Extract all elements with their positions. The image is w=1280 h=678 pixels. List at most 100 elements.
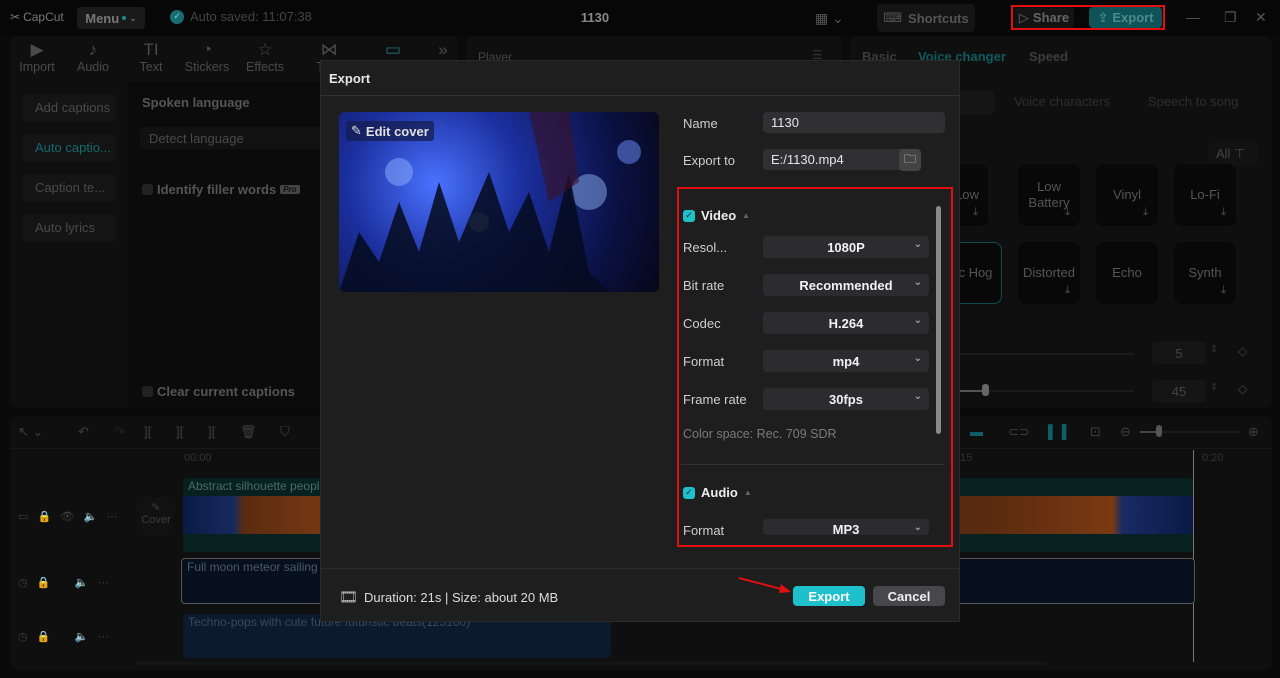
timeline-scrollbar[interactable] — [136, 662, 1046, 665]
tool-stickers[interactable]: ◔ Stickers — [182, 40, 232, 74]
tool-label: Import — [19, 60, 55, 74]
param1-slider[interactable] — [960, 353, 1134, 355]
voice-card[interactable]: Low Battery ⤓ — [1018, 164, 1080, 226]
ai-shield-icon[interactable]: ⛉ — [280, 424, 290, 440]
sidebar-item-auto-lyrics[interactable]: Auto lyrics — [22, 214, 116, 242]
minimize-icon[interactable]: — — [1186, 9, 1200, 25]
restore-icon[interactable]: ❐ — [1224, 9, 1237, 26]
voice-card[interactable]: Distorted ⤓ — [1018, 242, 1080, 304]
param1-input[interactable]: 5 — [1152, 342, 1206, 364]
folder-icon[interactable]: 🗀 — [899, 149, 921, 171]
settings-scrollbar[interactable] — [936, 206, 941, 434]
tab-speed[interactable]: Speed — [1029, 49, 1068, 64]
download-icon: ⤓ — [1221, 206, 1226, 218]
audio-icon: ♪ — [88, 40, 98, 59]
shortcuts-button[interactable]: ⌨ Shortcuts — [877, 4, 975, 32]
auto-snap-icon[interactable]: ▬ — [970, 424, 983, 439]
select-tool-icon[interactable]: ↖ ⌄ — [18, 424, 43, 440]
resolution-value: 1080P — [827, 239, 865, 255]
sidebar-item-auto-captions[interactable]: Auto captio... — [22, 134, 116, 162]
split-preview-icon[interactable]: ▌▐ — [1048, 424, 1066, 439]
codec-select[interactable]: H.264 ⌄ — [763, 312, 929, 334]
framerate-select[interactable]: 30fps ⌄ — [763, 388, 929, 410]
undo-icon[interactable]: ↶ — [78, 424, 89, 440]
keyboard-icon: ⌨ — [883, 10, 903, 25]
more-tools-icon[interactable]: » — [418, 40, 468, 60]
project-title: 1130 — [580, 10, 610, 25]
voice-card[interactable]: Synth ⤓ — [1174, 242, 1236, 304]
codec-label: Codec — [683, 316, 721, 331]
filler-words-option[interactable]: Identify filler words Pro — [142, 182, 300, 197]
download-icon: ⤓ — [973, 206, 978, 218]
captions-icon: ▭ — [384, 40, 402, 59]
video-checkbox[interactable]: ✓ — [683, 209, 695, 222]
param2-input[interactable]: 45 — [1152, 380, 1206, 402]
edit-cover-label: Edit cover — [365, 123, 429, 139]
tool-audio[interactable]: ♪ Audio — [68, 40, 118, 74]
keyframe-icon[interactable]: ◇ — [1238, 344, 1247, 358]
voice-card[interactable]: Lo-Fi ⤓ — [1174, 164, 1236, 226]
link-icon[interactable]: ⊂⊃ — [1008, 424, 1030, 440]
filter-button[interactable]: All ⊤ — [1208, 142, 1258, 166]
subtab-speech-to-song[interactable]: Speech to song — [1148, 94, 1238, 109]
tool-import[interactable]: ▶ Import — [12, 40, 62, 74]
split-right-icon[interactable]: ][ — [208, 424, 215, 439]
video-section-header[interactable]: ✓ Video ▲ — [683, 208, 750, 223]
close-icon[interactable]: ✕ — [1255, 9, 1267, 26]
param2-slider[interactable] — [960, 384, 1134, 396]
keyframe-icon[interactable]: ◇ — [1238, 382, 1247, 396]
cancel-button[interactable]: Cancel — [873, 586, 945, 606]
delete-icon[interactable]: 🗑 — [240, 424, 257, 440]
language-select[interactable]: Detect language — [140, 127, 330, 149]
chevron-down-icon: ⌄ — [913, 277, 922, 288]
edit-cover-button[interactable]: ✎ Edit cover — [346, 121, 434, 141]
split-icon[interactable]: ][ — [144, 424, 151, 439]
voice-card[interactable]: Echo — [1096, 242, 1158, 304]
bitrate-select[interactable]: Recommended ⌄ — [763, 274, 929, 296]
stickers-icon: ◔ — [201, 40, 213, 59]
caret-up-icon: ▲ — [742, 211, 751, 220]
clear-captions-option[interactable]: Clear current captions — [142, 384, 295, 399]
video-track-icon: ▭ 🔒 👁 🔈 ⋯ — [18, 511, 118, 523]
zoom-in-icon[interactable]: ⊕ — [1248, 424, 1259, 440]
stepper-icon[interactable]: ⇕ — [1210, 382, 1218, 393]
format-select[interactable]: mp4 ⌄ — [763, 350, 929, 372]
menu-button[interactable]: Menu ⌄ — [77, 7, 145, 29]
dialog-divider — [321, 95, 959, 96]
stepper-icon[interactable]: ⇕ — [1210, 344, 1218, 355]
playhead[interactable] — [1193, 450, 1194, 662]
audio-checkbox[interactable]: ✓ — [683, 486, 695, 499]
name-input[interactable]: 1130 — [763, 112, 945, 133]
resolution-select[interactable]: 1080P ⌄ — [763, 236, 929, 258]
slider-handle[interactable] — [982, 384, 989, 396]
subtab-voice-characters[interactable]: Voice characters — [1014, 94, 1110, 109]
zoom-slider[interactable] — [1140, 425, 1240, 437]
export-button[interactable]: Export — [793, 586, 865, 606]
split-left-icon[interactable]: ][ — [176, 424, 183, 439]
zoom-slider-handle[interactable] — [1156, 425, 1162, 437]
sidebar-item-caption-templates[interactable]: Caption te... — [22, 174, 116, 202]
tool-label: Text — [139, 60, 163, 74]
audio-section-header[interactable]: ✓ Audio ▲ — [683, 485, 752, 500]
tool-effects[interactable]: ☆ Effects — [240, 40, 290, 74]
export-info: 🎞 Duration: 21s | Size: about 20 MB — [339, 588, 558, 606]
tool-text[interactable]: TI Text — [126, 40, 176, 74]
audio-format-select[interactable]: MP3 ⌄ — [763, 519, 929, 535]
cover-button[interactable]: ✎ Cover — [138, 498, 174, 534]
clip-label: Full moon meteor sailing — [187, 560, 318, 574]
cover-preview[interactable]: ✎ Edit cover — [339, 112, 659, 292]
redo-icon[interactable]: ↷ — [114, 424, 125, 440]
layout-icon[interactable]: ▦ ⌄ — [815, 10, 844, 27]
zoom-out-icon[interactable]: ⊖ — [1120, 424, 1131, 440]
film-icon: 🎞 — [339, 589, 359, 606]
filler-checkbox[interactable] — [142, 184, 153, 195]
tool-captions[interactable]: ▭ — [368, 40, 418, 60]
sidebar-item-add-captions[interactable]: Add captions — [22, 94, 116, 122]
export-path-input[interactable]: E:/1130.mp4 — [763, 149, 915, 170]
captions-settings: Spoken language Detect language Identify… — [128, 82, 338, 408]
spoken-language-label: Spoken language — [142, 95, 250, 110]
framerate-label: Frame rate — [683, 392, 747, 407]
clear-captions-checkbox[interactable] — [142, 386, 153, 397]
preview-zoom-icon[interactable]: ⊡ — [1090, 424, 1101, 440]
voice-card[interactable]: Vinyl ⤓ — [1096, 164, 1158, 226]
